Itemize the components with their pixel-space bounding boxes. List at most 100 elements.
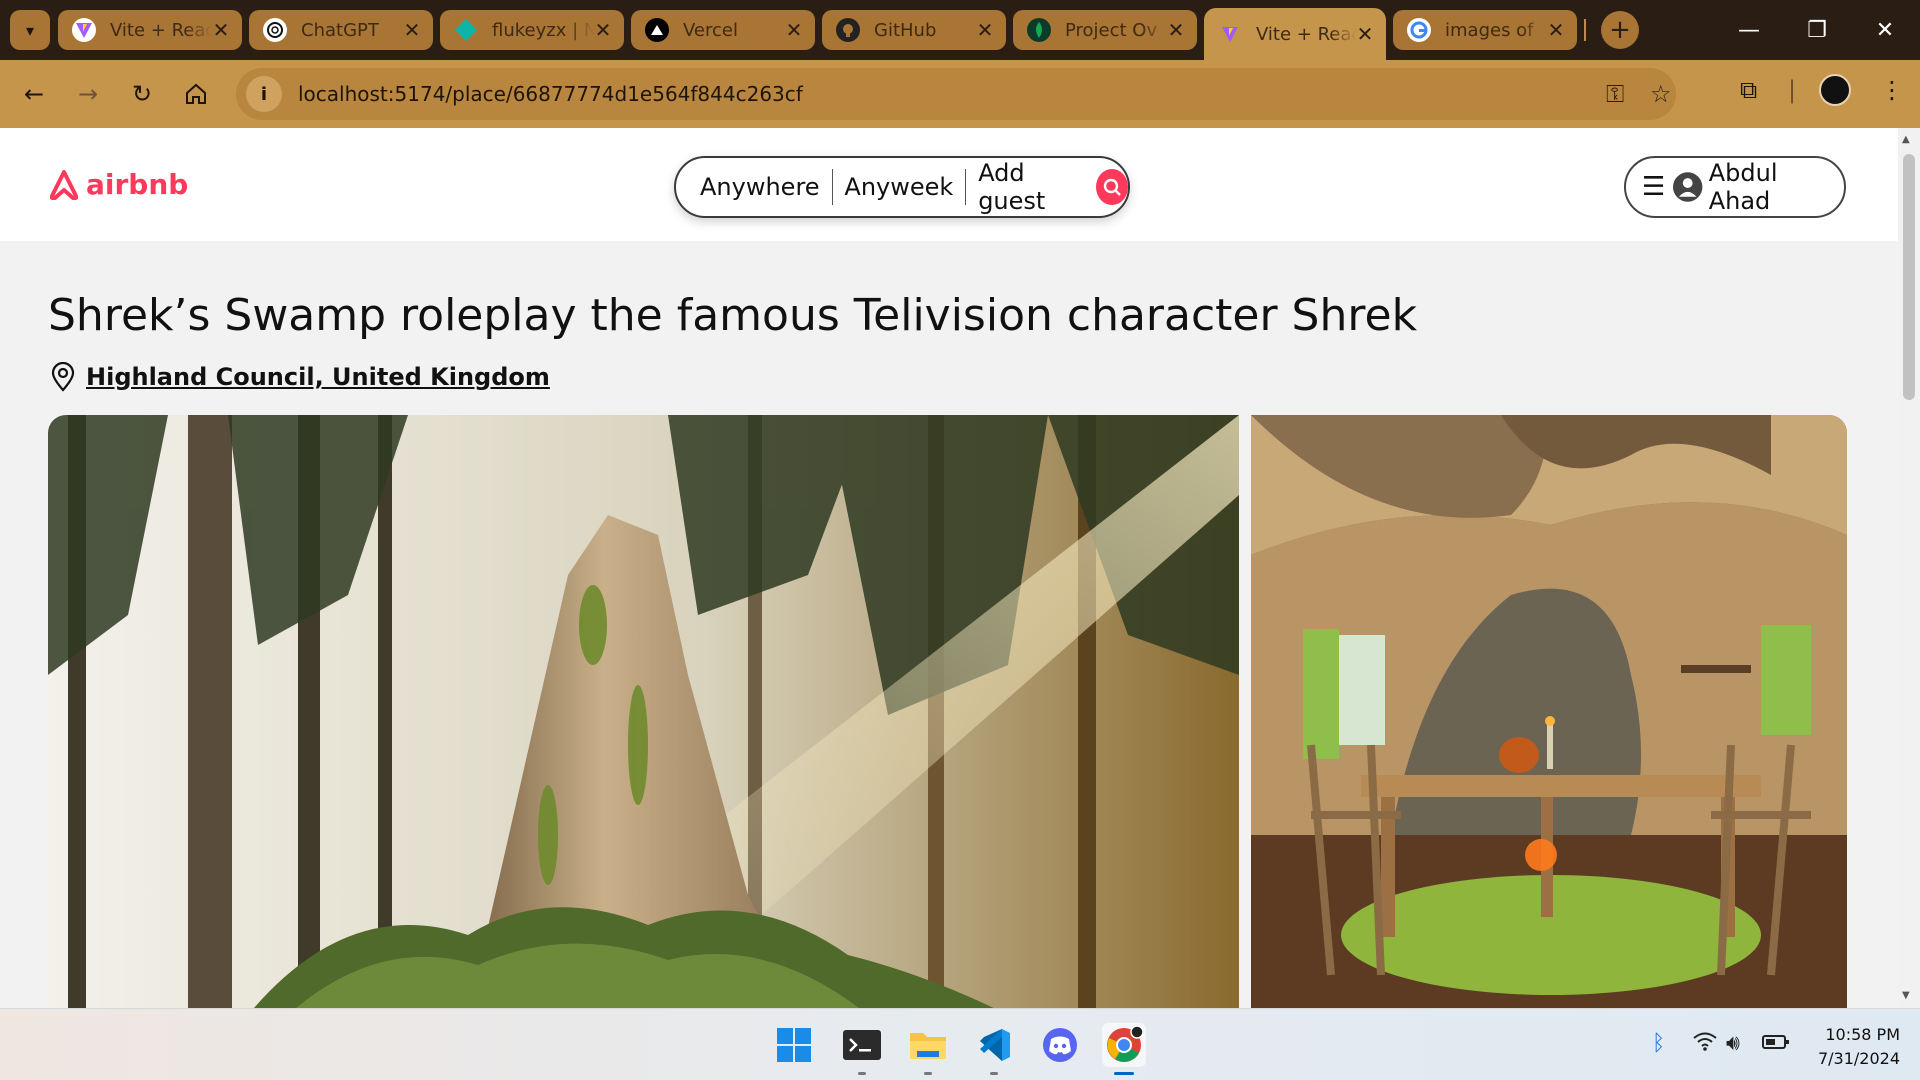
close-icon[interactable]: ✕ bbox=[785, 18, 803, 42]
search-where[interactable]: Anywhere bbox=[700, 173, 820, 201]
terminal-icon bbox=[843, 1030, 881, 1060]
arrow-right-icon: → bbox=[77, 80, 99, 108]
tab-title: GitHub bbox=[874, 19, 937, 41]
address-url[interactable]: localhost:5174/place/66877774d1e564f844c… bbox=[298, 82, 803, 106]
reload-icon: ↻ bbox=[131, 80, 153, 108]
scroll-down-icon[interactable]: ▼ bbox=[1902, 990, 1910, 1001]
divider bbox=[965, 169, 967, 205]
browser-tab[interactable]: flukeyzx | N ✕ bbox=[440, 10, 624, 50]
close-icon[interactable]: ✕ bbox=[1356, 22, 1374, 46]
browser-tab[interactable]: images of ✕ bbox=[1393, 10, 1577, 50]
home-icon bbox=[186, 83, 206, 104]
wifi-icon[interactable] bbox=[1692, 1031, 1718, 1057]
close-icon[interactable]: ✕ bbox=[1547, 18, 1565, 42]
forest-photo bbox=[48, 415, 1239, 1008]
brand-logo[interactable]: airbnb bbox=[50, 168, 188, 201]
chrome-icon bbox=[1107, 1026, 1143, 1062]
search-when[interactable]: Anyweek bbox=[844, 173, 953, 201]
divider bbox=[831, 169, 833, 205]
close-icon[interactable]: ✕ bbox=[594, 18, 612, 42]
file-explorer-icon bbox=[910, 1033, 946, 1059]
arrow-left-icon: ← bbox=[23, 80, 45, 108]
close-icon[interactable]: ✕ bbox=[403, 18, 421, 42]
tab-title: images of bbox=[1445, 19, 1534, 41]
home-button[interactable] bbox=[176, 74, 216, 114]
search-icon bbox=[1104, 178, 1122, 196]
kebab-menu-icon[interactable]: ⋮ bbox=[1880, 76, 1904, 104]
extensions-icon[interactable]: ⧉ bbox=[1740, 76, 1757, 104]
taskbar-app[interactable] bbox=[840, 1023, 884, 1075]
taskbar-app[interactable] bbox=[906, 1023, 950, 1075]
bluetooth-icon[interactable]: ᛒ bbox=[1652, 1031, 1665, 1056]
github-icon bbox=[836, 18, 860, 42]
user-avatar-icon bbox=[1673, 172, 1703, 202]
browser-tab-strip: ▾ Vite + React ✕ ChatGPT ✕ flukeyzx | N … bbox=[0, 0, 1920, 60]
taskbar-app[interactable] bbox=[772, 1023, 816, 1067]
restore-icon: ❐ bbox=[1807, 17, 1827, 43]
scrollbar-thumb[interactable] bbox=[1903, 154, 1915, 400]
taskbar-app[interactable] bbox=[972, 1023, 1016, 1075]
volume-icon[interactable]: 🔊︎ bbox=[1726, 1031, 1740, 1056]
map-pin-icon bbox=[51, 362, 75, 392]
browser-tab-active[interactable]: Vite + React ✕ bbox=[1204, 8, 1386, 60]
vercel-icon bbox=[645, 18, 669, 42]
interior-photo bbox=[1251, 415, 1847, 1008]
tab-title: Vercel bbox=[683, 19, 738, 41]
reload-button[interactable]: ↻ bbox=[122, 74, 162, 114]
new-tab-button[interactable]: + bbox=[1601, 11, 1639, 49]
scroll-up-icon[interactable]: ▲ bbox=[1902, 134, 1910, 145]
browser-toolbar: ← → ↻ i localhost:5174/place/66877774d1e… bbox=[0, 60, 1920, 128]
search-button[interactable] bbox=[1096, 169, 1128, 205]
airbnb-logo-icon bbox=[50, 169, 78, 200]
browser-tab[interactable]: Project Ov ✕ bbox=[1013, 10, 1197, 50]
google-icon bbox=[1407, 18, 1431, 42]
user-name: Abdul Ahad bbox=[1708, 159, 1778, 215]
mongodb-icon bbox=[1027, 18, 1051, 42]
place-photo-secondary[interactable] bbox=[1251, 415, 1847, 1008]
browser-tab[interactable]: ChatGPT ✕ bbox=[249, 10, 433, 50]
minimize-button[interactable]: — bbox=[1714, 0, 1784, 60]
vscode-icon bbox=[980, 1029, 1010, 1061]
close-icon[interactable]: ✕ bbox=[1167, 18, 1185, 42]
browser-tab[interactable]: Vercel ✕ bbox=[631, 10, 815, 50]
browser-tab[interactable]: GitHub ✕ bbox=[822, 10, 1006, 50]
windows-taskbar: ᛒ 🔊︎ 10:58 PM 7/31/2024 bbox=[0, 1008, 1920, 1080]
address-bar[interactable]: i localhost:5174/place/66877774d1e564f84… bbox=[236, 68, 1676, 120]
star-icon[interactable]: ☆ bbox=[1650, 80, 1672, 108]
discord-icon bbox=[1043, 1028, 1077, 1062]
chevron-down-icon: ▾ bbox=[25, 20, 35, 40]
close-icon[interactable]: ✕ bbox=[212, 18, 230, 42]
forward-button[interactable]: → bbox=[68, 74, 108, 114]
vite-icon bbox=[72, 18, 96, 42]
site-info-icon[interactable]: i bbox=[246, 76, 282, 112]
search-who[interactable]: Add guest bbox=[978, 159, 1084, 215]
tab-search-button[interactable]: ▾ bbox=[10, 10, 50, 50]
restore-button[interactable]: ❐ bbox=[1782, 0, 1852, 60]
taskbar-app[interactable] bbox=[1038, 1023, 1082, 1067]
tab-title: ChatGPT bbox=[301, 19, 379, 41]
plus-icon: + bbox=[1609, 15, 1631, 45]
running-indicator bbox=[1114, 1072, 1134, 1075]
windows-start-icon bbox=[777, 1028, 811, 1062]
location-link[interactable]: Highland Council, United Kingdom bbox=[86, 363, 550, 391]
key-icon[interactable]: ⚿ bbox=[1606, 80, 1624, 108]
page-scrollbar[interactable]: ▲ ▼ bbox=[1898, 128, 1920, 1008]
browser-tab[interactable]: Vite + React ✕ bbox=[58, 10, 242, 50]
system-clock[interactable]: 10:58 PM 7/31/2024 bbox=[1790, 1023, 1900, 1071]
search-bar[interactable]: Anywhere Anyweek Add guest bbox=[674, 156, 1130, 218]
place-location: Highland Council, United Kingdom bbox=[50, 362, 550, 392]
chatgpt-icon bbox=[263, 18, 287, 42]
tab-title: Project Ov bbox=[1065, 19, 1158, 41]
running-indicator bbox=[858, 1072, 866, 1075]
place-photo-main[interactable] bbox=[48, 415, 1239, 1008]
close-icon[interactable]: ✕ bbox=[976, 18, 994, 42]
user-menu-button[interactable]: ☰ Abdul Ahad bbox=[1624, 156, 1846, 218]
taskbar-app-active[interactable] bbox=[1102, 1023, 1146, 1075]
back-button[interactable]: ← bbox=[14, 74, 54, 114]
tab-title: flukeyzx | N bbox=[492, 19, 594, 41]
close-window-button[interactable]: ✕ bbox=[1850, 0, 1920, 60]
battery-icon[interactable] bbox=[1762, 1031, 1790, 1056]
tab-separator bbox=[1584, 19, 1586, 41]
profile-avatar[interactable] bbox=[1819, 74, 1851, 106]
minimize-icon: — bbox=[1738, 17, 1760, 43]
